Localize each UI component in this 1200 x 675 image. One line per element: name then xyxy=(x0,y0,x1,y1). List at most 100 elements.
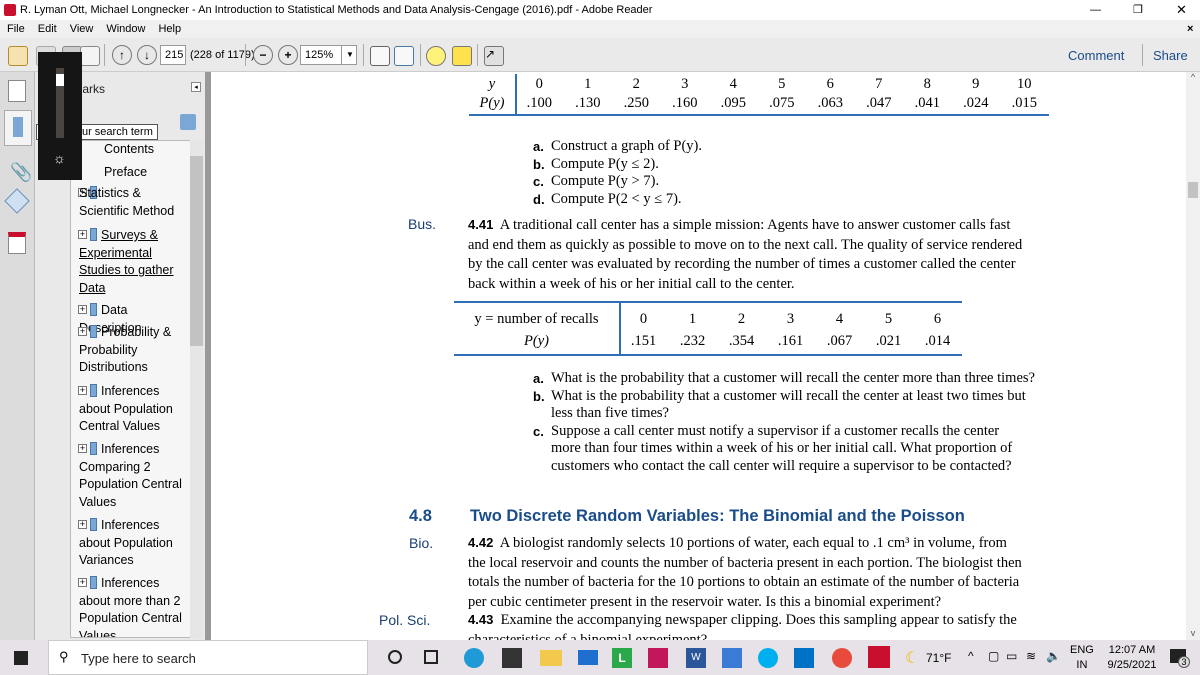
language-indicator[interactable]: ENG IN xyxy=(1070,643,1094,673)
media-player-icon[interactable] xyxy=(722,648,742,668)
menu-view[interactable]: View xyxy=(70,23,94,35)
close-document-icon[interactable]: × xyxy=(1187,20,1193,38)
bookmark-item[interactable]: + Inferences Comparing 2 Population Centr… xyxy=(78,441,189,511)
search-icon: ⚲ xyxy=(59,649,69,664)
search-placeholder: Type here to search xyxy=(81,651,196,666)
bookmarks-icon[interactable] xyxy=(4,110,32,146)
zoom-dropdown-button[interactable]: ▼ xyxy=(341,45,357,65)
sticky-note-icon[interactable] xyxy=(426,46,446,66)
table-header-cell: P(y) xyxy=(479,95,505,111)
toolbar: ↑ ↓ 215 (228 of 1179) − + 125% ▼ ↗ Comme… xyxy=(0,38,1200,72)
part-letter: b. xyxy=(533,388,545,404)
exercise-parts: a. Construct a graph of P(y). b. Compute P(… xyxy=(533,138,702,208)
weather-temp[interactable]: 71°F xyxy=(926,651,951,665)
share-button[interactable]: Share xyxy=(1153,48,1188,63)
exercise-number: 4.41 xyxy=(468,217,494,232)
expand-icon[interactable]: + xyxy=(78,230,87,239)
adobe-reader-icon[interactable] xyxy=(868,646,890,668)
zoom-level-select[interactable]: 125% xyxy=(300,45,342,65)
exercise-part: c. Suppose a call center must notify a su… xyxy=(533,422,1000,439)
table-cell: .075 xyxy=(769,95,795,111)
menu-help[interactable]: Help xyxy=(158,23,181,35)
signatures-icon[interactable] xyxy=(8,232,26,254)
bookmark-item[interactable]: + Inferences about Population Central Val… xyxy=(78,383,189,436)
battery-icon[interactable]: ▭ xyxy=(1006,649,1017,663)
create-pdf-icon[interactable] xyxy=(8,46,28,66)
expand-icon[interactable]: + xyxy=(78,444,87,453)
email-icon[interactable] xyxy=(80,46,100,66)
acrobat-app-icon xyxy=(4,4,16,16)
table-cell: .161 xyxy=(777,333,804,349)
taskbar-search-box[interactable]: ⚲ Type here to search xyxy=(48,640,368,675)
menu-window[interactable]: Window xyxy=(106,23,145,35)
brightness-overlay: ☼ xyxy=(38,52,82,180)
menu-file[interactable]: File xyxy=(7,23,25,35)
mail-icon[interactable] xyxy=(578,650,598,665)
fit-page-icon[interactable] xyxy=(394,46,414,66)
table-cell: 2 xyxy=(632,76,640,92)
table-cell: .067 xyxy=(826,333,853,349)
bookmark-ribbon-icon xyxy=(90,228,97,241)
notification-count: 3 xyxy=(1178,656,1190,668)
show-hidden-icons[interactable]: ^ xyxy=(968,649,974,663)
document-scrollbar[interactable]: ^ v xyxy=(1186,72,1200,640)
zoom-in-button[interactable]: + xyxy=(278,45,298,65)
cortana-icon[interactable] xyxy=(388,650,402,664)
bookmark-item[interactable]: + Probability & Probability Distributions xyxy=(78,324,189,377)
comment-button[interactable]: Comment xyxy=(1068,48,1124,63)
file-explorer-icon[interactable] xyxy=(540,650,562,666)
menu-edit[interactable]: Edit xyxy=(38,23,57,35)
page-thumbnails-icon[interactable] xyxy=(8,80,26,102)
chrome-icon[interactable] xyxy=(832,648,852,668)
expand-icon[interactable]: + xyxy=(78,520,87,529)
highlight-text-icon[interactable] xyxy=(452,46,472,66)
app-u-icon[interactable] xyxy=(648,648,668,668)
edge-icon[interactable] xyxy=(464,648,484,668)
previous-page-button[interactable]: ↑ xyxy=(112,45,132,65)
close-button[interactable]: ✕ xyxy=(1176,0,1187,20)
start-windows-icon[interactable] xyxy=(14,651,28,665)
bookmark-item[interactable]: + Surveys & Experimental Studies to gathe… xyxy=(78,227,189,297)
clock[interactable]: 12:07 AM 9/25/2021 xyxy=(1104,643,1160,673)
collapse-panel-button[interactable]: ◂ xyxy=(191,82,201,92)
exercise-part: d. Compute P(2 < y ≤ 7). xyxy=(533,190,682,207)
expand-icon[interactable]: + xyxy=(78,578,87,587)
bookmark-item[interactable]: + Statistics & Scientific Method xyxy=(78,185,189,220)
minimize-button[interactable]: — xyxy=(1090,0,1101,20)
bookmark-list: Contents Preface + Statistics & Scientifi… xyxy=(70,140,203,638)
bookmark-options-icon[interactable] xyxy=(180,114,196,130)
wifi-icon[interactable]: ≋ xyxy=(1026,649,1036,663)
fit-width-icon[interactable] xyxy=(370,46,390,66)
bookmark-item[interactable]: Contents xyxy=(79,141,189,159)
bookmark-item[interactable]: + Inferences about Population Variances xyxy=(78,517,189,570)
exercise-number: 4.42 xyxy=(468,535,494,550)
bookmark-list-scrollbar[interactable] xyxy=(190,140,203,638)
skype-icon[interactable] xyxy=(758,648,778,668)
layers-icon[interactable] xyxy=(4,188,30,214)
next-page-button[interactable]: ↓ xyxy=(137,45,157,65)
bookmark-ribbon-icon xyxy=(90,518,97,531)
expand-icon[interactable]: + xyxy=(78,305,87,314)
table-cell: 0 xyxy=(639,311,648,327)
table-cell: 3 xyxy=(786,311,795,327)
attachments-icon[interactable]: 📎 xyxy=(10,162,32,183)
fullscreen-icon[interactable]: ↗ xyxy=(484,46,504,66)
table-header-cell: y xyxy=(488,76,496,92)
meet-now-icon[interactable]: ▢ xyxy=(988,649,999,663)
outlook-icon[interactable] xyxy=(794,648,814,668)
app-l-icon[interactable]: L xyxy=(612,648,632,668)
expand-icon[interactable]: + xyxy=(78,386,87,395)
table-header-cell: y = number of recalls xyxy=(474,311,599,327)
brightness-slider[interactable] xyxy=(56,68,64,138)
maximize-button[interactable]: ❐ xyxy=(1133,0,1143,20)
volume-icon[interactable]: 🔈 xyxy=(1046,649,1061,663)
page-number-input[interactable]: 215 xyxy=(160,45,186,65)
bookmark-item[interactable]: + Inferences about more than 2 Population… xyxy=(78,575,189,637)
exercise-part: more than four times within a week of hi… xyxy=(551,440,1013,456)
word-icon[interactable]: W xyxy=(686,648,706,668)
store-icon[interactable] xyxy=(502,648,522,668)
bookmark-item[interactable]: Preface xyxy=(79,164,189,182)
task-view-icon[interactable] xyxy=(424,650,438,664)
expand-icon[interactable]: + xyxy=(78,327,87,336)
zoom-out-button[interactable]: − xyxy=(253,45,273,65)
